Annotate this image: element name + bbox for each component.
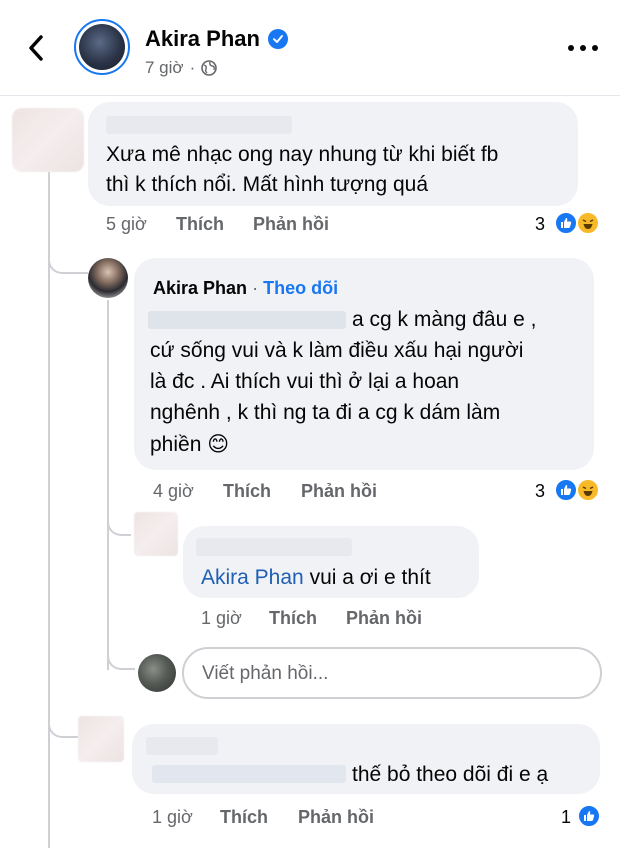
thread-connector [107, 636, 135, 670]
follow-link[interactable]: Theo dõi [263, 278, 338, 298]
replier-name-hidden[interactable] [146, 737, 218, 755]
reply-text-body: vui a ơi e thít [303, 566, 431, 589]
like-reaction-icon[interactable] [554, 211, 578, 235]
author-name-row[interactable]: Akira Phan [145, 26, 288, 52]
dot [568, 45, 574, 51]
reply-author-avatar[interactable] [88, 258, 128, 298]
haha-reaction-icon[interactable] [576, 211, 600, 235]
reply-text-line: phiền [150, 433, 202, 456]
smile-emoji: 😊 [207, 433, 230, 456]
reply-text-last-line: phiền 😊 [150, 428, 229, 461]
reaction-count[interactable]: 3 [535, 214, 545, 235]
post-time[interactable]: 7 giờ [145, 58, 184, 78]
more-options-button[interactable] [568, 36, 598, 60]
like-link[interactable]: Thích [223, 481, 271, 502]
thread-line [48, 172, 50, 848]
like-link[interactable]: Thích [176, 214, 224, 235]
reply-input[interactable] [202, 661, 582, 687]
chevron-left-icon [29, 35, 43, 61]
reply-time[interactable]: 4 giờ [153, 481, 194, 502]
mention-hidden[interactable] [152, 765, 346, 783]
dot [592, 45, 598, 51]
like-reaction-icon[interactable] [577, 804, 601, 828]
reply-link[interactable]: Phản hồi [346, 608, 422, 629]
thread-connector [107, 506, 131, 536]
reply-text-line: nghênh , k thì ng ta đi a cg k dám làm [150, 401, 501, 424]
post-meta: 7 giờ · [145, 58, 218, 78]
like-link[interactable]: Thích [220, 807, 268, 828]
replier-avatar[interactable] [78, 716, 124, 762]
reply-text: Akira Phan vui a ơi e thít [201, 561, 431, 594]
mention-hidden[interactable] [148, 311, 346, 329]
reply-text-line: là đc . Ai thích vui thì ở lại a hoan [150, 370, 460, 393]
thread-line [107, 300, 109, 670]
haha-reaction-icon[interactable] [576, 478, 600, 502]
meta-separator: · [252, 278, 259, 298]
reply-text: thế bỏ theo dõi đi e ạ [352, 763, 549, 786]
comment-text-line: Xưa mê nhạc ong nay nhung từ khi biết fb [106, 143, 499, 166]
reaction-count[interactable]: 1 [561, 807, 571, 828]
post-header: Akira Phan 7 giờ · [0, 0, 620, 96]
reply-time[interactable]: 1 giờ [152, 807, 193, 828]
commenter-name-hidden[interactable] [106, 116, 292, 134]
thread-connector [48, 708, 78, 738]
mention-link[interactable]: Akira Phan [201, 566, 304, 589]
globe-icon [201, 60, 218, 76]
author-avatar[interactable] [74, 19, 130, 75]
like-reaction-icon[interactable] [554, 478, 578, 502]
verified-badge-icon [267, 29, 288, 49]
comment-time[interactable]: 5 giờ [106, 214, 147, 235]
reply-link[interactable]: Phản hồi [253, 214, 329, 235]
meta-separator: · [189, 58, 196, 77]
reply-input-container[interactable] [182, 647, 602, 699]
commenter-avatar[interactable] [12, 108, 84, 172]
like-link[interactable]: Thích [269, 608, 317, 629]
replier-name-hidden[interactable] [196, 538, 352, 556]
reaction-count[interactable]: 3 [535, 481, 545, 502]
reply-link[interactable]: Phản hồi [298, 807, 374, 828]
thread-connector [48, 240, 88, 274]
reply-text-line: a cg k màng đâu e , [352, 308, 537, 331]
author-name[interactable]: Akira Phan [145, 26, 260, 52]
reply-link[interactable]: Phản hồi [301, 481, 377, 502]
dot [580, 45, 586, 51]
comment-text-line: thì k thích nổi. Mất hình tượng quá [106, 173, 429, 196]
reply-author-row: Akira Phan · Theo dõi [153, 278, 338, 299]
current-user-avatar[interactable] [138, 654, 176, 692]
reply-author-name[interactable]: Akira Phan [153, 278, 247, 298]
replier-avatar[interactable] [134, 512, 178, 556]
reply-text-line: cứ sống vui và k làm điều xấu hại người [150, 339, 524, 362]
back-button[interactable] [22, 30, 50, 66]
reply-time[interactable]: 1 giờ [201, 608, 242, 629]
